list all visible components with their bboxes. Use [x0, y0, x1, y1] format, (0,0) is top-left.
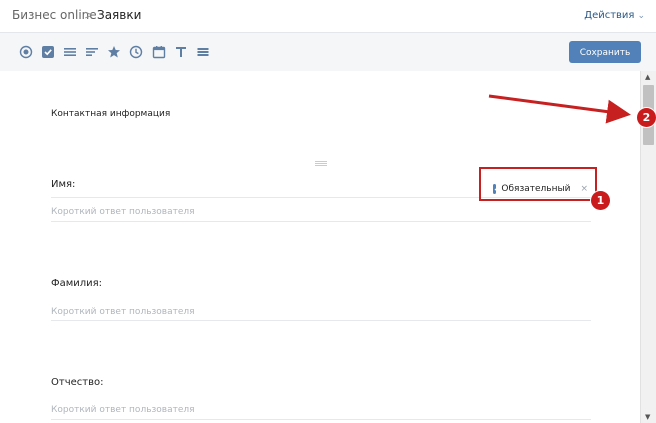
text-icon[interactable] — [174, 45, 188, 59]
close-icon[interactable]: × — [580, 184, 588, 194]
breadcrumb-current: Заявки — [97, 8, 142, 22]
field-divider — [51, 320, 591, 321]
form-toolbar: Сохранить — [0, 32, 656, 72]
radio-icon[interactable] — [19, 45, 33, 59]
annotation-badge-1: 1 — [591, 191, 610, 210]
drag-handle-icon[interactable] — [315, 161, 327, 167]
field-answer-last-name: Короткий ответ пользователя — [51, 307, 195, 317]
breadcrumb-separator: > — [84, 8, 95, 22]
actions-dropdown[interactable]: Действия ⌄ — [584, 10, 645, 21]
calendar-icon[interactable] — [152, 45, 166, 59]
required-checkbox[interactable] — [493, 184, 502, 194]
field-label-last-name: Фамилия: — [51, 278, 103, 289]
clock-icon[interactable] — [129, 45, 143, 59]
scroll-down-icon[interactable]: ▼ — [645, 413, 650, 421]
field-answer-middle-name: Короткий ответ пользователя — [51, 405, 195, 415]
checkbox-icon[interactable] — [41, 45, 55, 59]
form-content: Контактная информация Имя: Короткий отве… — [0, 71, 640, 423]
field-divider — [51, 221, 591, 222]
top-bar: Бизнес online > Заявки Действия ⌄ — [0, 0, 656, 32]
paragraph-icon[interactable] — [85, 45, 99, 59]
rating-icon[interactable] — [107, 45, 121, 59]
required-toggle[interactable]: Обязательный × — [493, 180, 588, 198]
actions-label: Действия — [584, 10, 635, 21]
menu-icon[interactable] — [196, 45, 210, 59]
field-divider — [51, 419, 591, 420]
list-icon[interactable] — [63, 45, 77, 59]
save-button[interactable]: Сохранить — [569, 41, 641, 63]
required-label: Обязательный — [501, 184, 571, 194]
field-label-middle-name: Отчество: — [51, 377, 104, 388]
annotation-badge-2: 2 — [637, 108, 656, 127]
chevron-down-icon: ⌄ — [637, 11, 645, 21]
field-label-first-name: Имя: — [51, 179, 76, 190]
scroll-up-icon[interactable]: ▲ — [645, 73, 650, 81]
field-answer-first-name: Короткий ответ пользователя — [51, 207, 195, 217]
section-title: Контактная информация — [51, 109, 171, 119]
